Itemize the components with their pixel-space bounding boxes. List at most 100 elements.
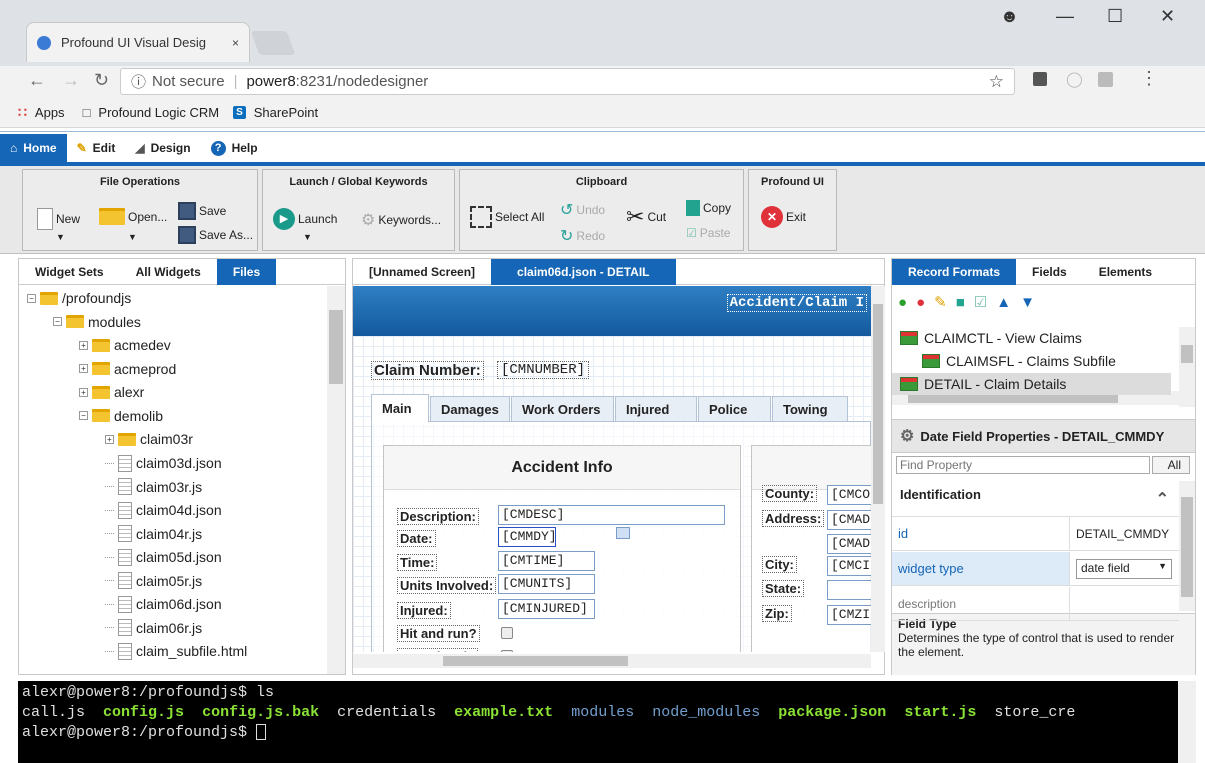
cut-button[interactable]: ✂ Cut bbox=[626, 204, 666, 230]
content-tab[interactable]: Work Orders bbox=[511, 396, 614, 422]
add-icon[interactable]: ● bbox=[898, 294, 907, 311]
expand-toggle-icon[interactable]: + bbox=[79, 387, 88, 397]
close-window-icon[interactable]: ✕ bbox=[1160, 6, 1175, 27]
minimize-icon[interactable]: — bbox=[1056, 6, 1074, 27]
extension-icon[interactable] bbox=[1098, 72, 1113, 87]
identification-section[interactable]: Identification ⌃ bbox=[892, 481, 1179, 517]
expand-toggle-icon[interactable]: + bbox=[105, 434, 114, 444]
field-label[interactable]: Injured: bbox=[397, 602, 451, 619]
tree-scroll-thumb[interactable] bbox=[329, 310, 343, 384]
property-name[interactable]: description bbox=[892, 587, 1069, 621]
copy-button[interactable]: Copy bbox=[686, 200, 731, 216]
launch-dropdown-icon[interactable]: ▼ bbox=[303, 232, 312, 242]
tree-item[interactable]: + claim03r bbox=[105, 431, 193, 447]
tab-close-icon[interactable]: × bbox=[232, 36, 239, 50]
new-button[interactable]: New bbox=[37, 208, 80, 230]
reload-icon[interactable]: ↻ bbox=[94, 70, 109, 91]
checkbox[interactable] bbox=[501, 627, 513, 639]
property-value[interactable]: date field ▼ bbox=[1069, 552, 1179, 586]
input-field[interactable]: [CMINJURED] bbox=[498, 599, 595, 619]
browser-tab[interactable]: Profound UI Visual Desig × bbox=[26, 22, 250, 62]
field-label[interactable]: Units Involved: bbox=[397, 577, 497, 594]
input-field[interactable]: [CMUNITS] bbox=[498, 574, 595, 594]
bookmark-apps[interactable]: Apps bbox=[35, 105, 65, 120]
tree-item[interactable]: claim06d.json bbox=[105, 595, 222, 613]
extension-icon[interactable]: ◯ bbox=[1066, 70, 1083, 88]
menu-design[interactable]: ◢ Design bbox=[125, 134, 200, 162]
tree-item[interactable]: claim05d.json bbox=[105, 548, 222, 566]
canvas-vscroll-thumb[interactable] bbox=[873, 304, 883, 504]
terminal[interactable]: alexr@power8:/profoundjs$ ls call.js conf… bbox=[18, 681, 1196, 763]
field-label[interactable]: Description: bbox=[397, 508, 479, 525]
tab-elements[interactable]: Elements bbox=[1083, 259, 1168, 285]
open-button[interactable]: Open... bbox=[99, 208, 167, 225]
props-scroll-thumb[interactable] bbox=[1181, 497, 1193, 597]
tree-item[interactable]: claim03d.json bbox=[105, 454, 222, 472]
calendar-icon[interactable] bbox=[616, 527, 630, 539]
undo-button[interactable]: ↺ Undo bbox=[560, 200, 605, 220]
launch-button[interactable]: ▶ Launch bbox=[273, 208, 337, 230]
expand-toggle-icon[interactable]: − bbox=[79, 411, 88, 420]
property-value[interactable] bbox=[1069, 587, 1179, 621]
edit-icon[interactable]: ✎ bbox=[934, 293, 947, 311]
tab-all-widgets[interactable]: All Widgets bbox=[120, 259, 217, 285]
save-button[interactable]: Save bbox=[178, 202, 226, 220]
content-tab[interactable]: Damages bbox=[430, 396, 510, 422]
back-icon[interactable]: ← bbox=[28, 70, 46, 91]
tree-item[interactable]: − demolib bbox=[79, 408, 163, 424]
tab-widget-sets[interactable]: Widget Sets bbox=[19, 259, 120, 285]
expand-toggle-icon[interactable]: + bbox=[79, 340, 88, 350]
bookmark-crm[interactable]: Profound Logic CRM bbox=[98, 105, 219, 120]
expand-toggle-icon[interactable]: − bbox=[53, 317, 62, 326]
field-label[interactable]: Time: bbox=[397, 554, 438, 571]
header-text[interactable]: Accident/Claim I bbox=[726, 294, 867, 312]
field-label[interactable]: City: bbox=[762, 556, 797, 573]
forward-icon[interactable]: → bbox=[62, 70, 80, 91]
tree-item[interactable]: claim_subfile.html bbox=[105, 642, 247, 660]
input-field[interactable]: [CMCO bbox=[827, 485, 871, 505]
canvas-hscroll[interactable] bbox=[353, 654, 871, 668]
input-field[interactable]: [CMZI bbox=[827, 605, 871, 625]
menu-edit[interactable]: ✎ Edit bbox=[67, 134, 126, 162]
input-field[interactable] bbox=[827, 580, 871, 600]
save-as-button[interactable]: Save As... bbox=[178, 226, 253, 244]
tree-item[interactable]: + acmeprod bbox=[79, 361, 176, 377]
property-name[interactable]: id bbox=[892, 517, 1069, 551]
select-all-button[interactable]: Select All bbox=[470, 206, 544, 228]
record-format-item[interactable]: DETAIL - Claim Details bbox=[892, 373, 1171, 395]
exit-button[interactable]: ✕ Exit bbox=[761, 206, 806, 228]
tree-item[interactable]: claim06r.js bbox=[105, 619, 202, 636]
tab-unnamed-screen[interactable]: [Unnamed Screen] bbox=[353, 259, 491, 285]
record-format-item[interactable]: CLAIMSFL - Claims Subfile bbox=[922, 350, 1116, 372]
record-format-item[interactable]: CLAIMCTL - View Claims bbox=[900, 327, 1082, 349]
url-input[interactable]: ⓘ Not secure | power8 :8231/nodedesigner… bbox=[120, 68, 1015, 95]
menu-home[interactable]: ⌂ Home bbox=[0, 134, 67, 162]
tree-item[interactable]: claim03r.js bbox=[105, 478, 202, 495]
field-label[interactable]: Address: bbox=[762, 510, 825, 527]
tree-item[interactable]: − modules bbox=[53, 314, 141, 330]
profile-icon[interactable]: ☻ bbox=[1000, 6, 1019, 27]
tree-item[interactable]: claim04r.js bbox=[105, 525, 202, 542]
redo-button[interactable]: ↻ Redo bbox=[560, 226, 605, 246]
property-value[interactable]: DETAIL_CMMDY bbox=[1069, 517, 1179, 551]
bookmark-sharepoint[interactable]: SharePoint bbox=[254, 105, 318, 120]
tree-item[interactable]: claim04d.json bbox=[105, 501, 222, 519]
paste-button[interactable]: ☑ Paste bbox=[686, 226, 730, 240]
tab-fields[interactable]: Fields bbox=[1016, 259, 1083, 285]
input-field[interactable]: [CMDESC] bbox=[498, 505, 725, 525]
content-tab[interactable]: Police bbox=[698, 396, 771, 422]
claim-number-label[interactable]: Claim Number: bbox=[371, 361, 484, 380]
property-name[interactable]: widget type bbox=[892, 552, 1069, 586]
design-canvas[interactable]: Accident/Claim I Claim Number: [CMNUMBER… bbox=[353, 286, 871, 652]
tab-files[interactable]: Files bbox=[216, 258, 277, 285]
extension-icon[interactable] bbox=[1033, 72, 1047, 86]
tree-item[interactable]: + acmedev bbox=[79, 337, 171, 353]
content-tab[interactable]: Towing bbox=[772, 396, 848, 422]
field-label[interactable]: County: bbox=[762, 485, 818, 502]
field-label[interactable]: State: bbox=[762, 580, 805, 597]
maximize-icon[interactable]: ☐ bbox=[1107, 6, 1123, 27]
terminal-scrollbar[interactable] bbox=[1178, 681, 1196, 763]
tree-scrollbar[interactable] bbox=[327, 286, 345, 674]
canvas-hscroll-thumb[interactable] bbox=[443, 656, 628, 666]
content-tab[interactable]: Injured bbox=[615, 396, 697, 422]
